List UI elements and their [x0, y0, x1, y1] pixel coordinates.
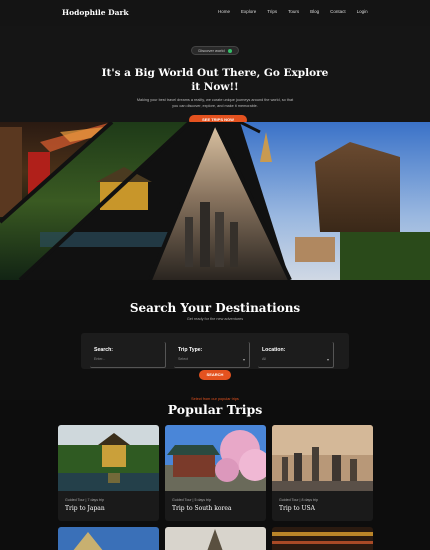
hero-collage [0, 122, 430, 280]
korea-image [165, 425, 266, 491]
hero-badge-label: Discover world [198, 48, 225, 53]
nav-links: Home Explore Trips Tours Blog Contact Lo… [218, 9, 379, 14]
search-form: Search: Enter... Trip Type: Select ▾ Loc… [81, 333, 349, 369]
hero-description: Making your best travel dreams a reality… [136, 98, 294, 108]
nav-link-contact[interactable]: Contact [330, 9, 346, 14]
search-field[interactable]: Search: Enter... [90, 342, 166, 368]
search-title: Search Your Destinations [129, 301, 301, 315]
card-title[interactable]: Trip to USA [279, 505, 315, 512]
card-title[interactable]: Trip to South korea [172, 505, 231, 512]
location-value: All [262, 357, 266, 361]
nav-link-explore[interactable]: Explore [241, 9, 256, 14]
popular-title: Popular Trips [167, 402, 263, 417]
trip-image [272, 527, 373, 550]
hero-badge: Discover world [191, 46, 239, 55]
globe-icon [227, 48, 232, 53]
nav-link-login[interactable]: Login [357, 9, 368, 14]
card-title[interactable]: Trip to Japan [65, 505, 105, 512]
trip-card-next-2[interactable] [165, 527, 266, 550]
popular-subtitle: Select from our popular trips [191, 397, 239, 401]
top-nav: Hodophile Dark Home Explore Trips Tours … [0, 0, 430, 26]
location-label: Location: [262, 347, 286, 353]
search-field-label: Search: [94, 347, 114, 353]
trip-card-next-1[interactable] [58, 527, 159, 550]
trip-type-label: Trip Type: [178, 347, 203, 353]
card-meta: Guided Tour | 7 days trip [65, 498, 105, 502]
trip-card-japan[interactable]: Guided Tour | 7 days trip Trip to Japan [58, 425, 159, 521]
hero-title: It's a Big World Out There, Go Explore i… [101, 67, 329, 93]
japan-image [58, 425, 159, 491]
search-button[interactable]: SEARCH [199, 370, 231, 380]
card-meta: Guided Tour | 5 days trip [172, 498, 212, 502]
nav-link-tours[interactable]: Tours [288, 9, 299, 14]
hero-section: Discover world It's a Big World Out Ther… [0, 26, 430, 125]
trip-image [165, 527, 266, 550]
trip-card-next-3[interactable] [272, 527, 373, 550]
nav-link-trips[interactable]: Trips [267, 9, 277, 14]
popular-trips-section: Select from our popular trips Popular Tr… [0, 397, 430, 550]
nav-link-blog[interactable]: Blog [310, 9, 319, 14]
site-logo[interactable]: Hodophile Dark [62, 8, 129, 17]
collage-image [0, 122, 430, 280]
usa-image [272, 425, 373, 491]
chevron-down-icon: ▾ [326, 357, 329, 362]
trip-card-usa[interactable]: Guided Tour | 8 days trip Trip to USA [272, 425, 373, 521]
trip-image [58, 527, 159, 550]
card-meta: Guided Tour | 8 days trip [279, 498, 319, 502]
nav-link-home[interactable]: Home [218, 9, 230, 14]
search-section: Search Your Destinations Get ready for t… [0, 280, 430, 400]
search-field-value: Enter... [94, 357, 106, 361]
trip-card-south-korea[interactable]: Guided Tour | 5 days trip Trip to South … [165, 425, 266, 521]
search-subtitle: Get ready for the new adventures [186, 317, 244, 321]
location-select[interactable]: Location: All ▾ [258, 342, 334, 368]
chevron-down-icon: ▾ [242, 357, 245, 362]
trip-type-select[interactable]: Trip Type: Select ▾ [174, 342, 250, 368]
trip-type-value: Select [178, 357, 188, 361]
